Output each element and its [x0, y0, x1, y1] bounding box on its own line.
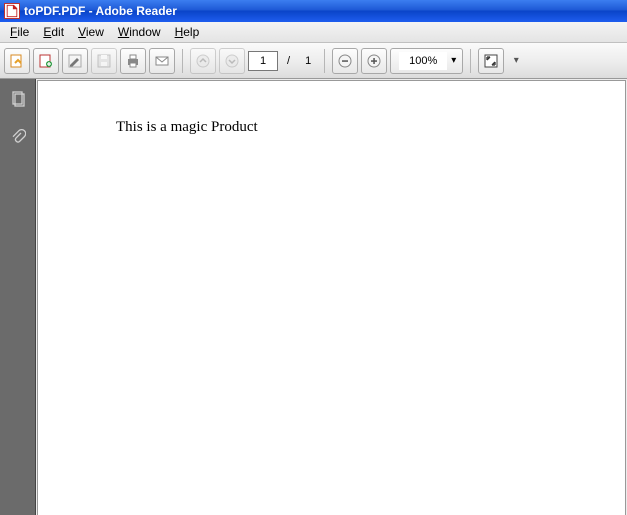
toolbar-separator: [470, 49, 471, 73]
menu-bar: File Edit View Window Help: [0, 22, 627, 43]
zoom-out-button[interactable]: [332, 48, 358, 74]
page-number-input[interactable]: [248, 51, 278, 71]
document-body-text: This is a magic Product: [116, 119, 258, 135]
create-pdf-button[interactable]: [33, 48, 59, 74]
title-bar: toPDF.PDF - Adobe Reader: [0, 0, 627, 22]
print-button[interactable]: [120, 48, 146, 74]
toolbar-more-button[interactable]: ▾: [507, 48, 525, 74]
page-separator: /: [287, 55, 290, 67]
page-total-label: 1: [305, 55, 311, 67]
email-button[interactable]: [149, 48, 175, 74]
menu-edit[interactable]: Edit: [37, 24, 70, 40]
pdf-file-icon: [4, 3, 20, 19]
document-view: This is a magic Product: [36, 79, 627, 515]
page-down-button[interactable]: [219, 48, 245, 74]
save-button[interactable]: [91, 48, 117, 74]
menu-help[interactable]: Help: [169, 24, 206, 40]
zoom-select[interactable]: ▾: [390, 48, 463, 74]
zoom-in-button[interactable]: [361, 48, 387, 74]
pdf-page: This is a magic Product: [38, 81, 625, 515]
toolbar: / 1 ▾ ▾: [0, 43, 627, 79]
toolbar-separator: [182, 49, 183, 73]
sign-button[interactable]: [62, 48, 88, 74]
navigation-sidebar: [0, 79, 36, 515]
toolbar-separator: [324, 49, 325, 73]
export-pdf-button[interactable]: [4, 48, 30, 74]
zoom-input[interactable]: [399, 52, 447, 70]
chevron-down-icon: ▾: [514, 55, 519, 66]
document-scroll[interactable]: This is a magic Product: [36, 79, 627, 515]
fullscreen-button[interactable]: [478, 48, 504, 74]
chevron-down-icon[interactable]: ▾: [447, 55, 460, 66]
attachments-panel-button[interactable]: [6, 125, 30, 149]
menu-file[interactable]: File: [4, 24, 35, 40]
window-title: toPDF.PDF - Adobe Reader: [24, 4, 177, 18]
pages-panel-button[interactable]: [6, 87, 30, 111]
page-up-button[interactable]: [190, 48, 216, 74]
menu-window[interactable]: Window: [112, 24, 167, 40]
content-area: This is a magic Product: [0, 79, 627, 515]
menu-view[interactable]: View: [72, 24, 110, 40]
